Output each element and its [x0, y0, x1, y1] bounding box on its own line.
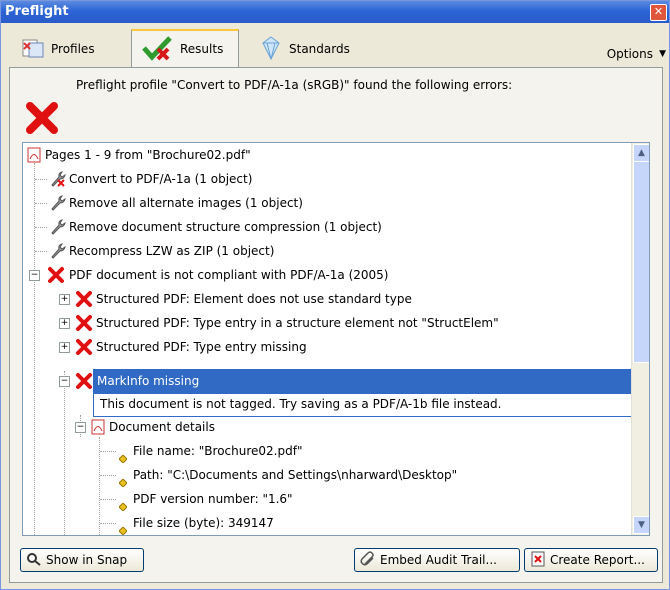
create-report-label: Create Report... — [550, 553, 645, 567]
results-check-icon — [142, 35, 176, 64]
tree-root-label: Pages 1 - 9 from "Brochure02.pdf" — [45, 148, 251, 162]
collapse-toggle[interactable]: − — [59, 376, 70, 387]
detail-row[interactable]: File name: "Brochure02.pdf" — [23, 439, 623, 464]
bullet-diamond-icon — [118, 519, 128, 535]
detail-row[interactable]: Path: "C:\Documents and Settings\nharwar… — [23, 463, 623, 488]
fixup-label: Recompress LZW as ZIP (1 object) — [69, 244, 275, 258]
tab-results-label: Results — [180, 42, 224, 56]
fixup-row[interactable]: Recompress LZW as ZIP (1 object) — [23, 239, 623, 263]
error-tooltip: This document is not tagged. Try saving … — [93, 393, 636, 417]
close-button[interactable]: ✕ — [650, 4, 667, 21]
detail-label: Path: "C:\Documents and Settings\nharwar… — [133, 468, 458, 482]
big-error-icon — [26, 102, 58, 137]
embed-audit-trail-button[interactable]: Embed Audit Trail... — [354, 548, 520, 572]
document-details-label: Document details — [109, 420, 215, 434]
diamond-icon — [257, 35, 285, 64]
vertical-scrollbar[interactable]: ▲ ▼ — [631, 143, 649, 535]
selected-error-label: MarkInfo missing — [97, 374, 200, 388]
detail-row[interactable]: PDF version number: "1.6" — [23, 487, 623, 512]
error-x-icon — [75, 372, 93, 393]
error-row[interactable]: + Structured PDF: Element does not use s… — [23, 287, 623, 311]
report-icon — [530, 551, 546, 570]
detail-row[interactable]: File size (byte): 349147 — [23, 511, 623, 535]
document-details-row[interactable]: − Document details — [23, 415, 623, 439]
tooltip-text: This document is not tagged. Try saving … — [100, 397, 502, 411]
expand-toggle[interactable]: + — [59, 342, 70, 353]
error-summary-message: Preflight profile "Convert to PDF/A-1a (… — [76, 78, 513, 92]
error-label: Structured PDF: Type entry missing — [96, 340, 307, 354]
paperclip-icon — [360, 550, 376, 570]
fixup-row[interactable]: Convert to PDF/A-1a (1 object) — [23, 167, 623, 191]
show-in-snap-button[interactable]: Show in Snap — [20, 548, 144, 572]
window-title: Preflight — [5, 4, 69, 19]
tab-bar: Profiles Results Standards Options ▼ — [1, 23, 669, 67]
fixup-label: Remove all alternate images (1 object) — [69, 196, 303, 210]
tab-profiles[interactable]: Profiles — [21, 31, 95, 67]
tab-results[interactable]: Results — [131, 29, 239, 67]
magnifier-icon — [26, 552, 42, 569]
fixup-label: Convert to PDF/A-1a (1 object) — [69, 172, 253, 186]
scroll-thumb[interactable] — [633, 161, 649, 363]
error-row[interactable]: + Structured PDF: Type entry in a struct… — [23, 311, 623, 335]
collapse-toggle[interactable]: − — [29, 270, 40, 281]
embed-audit-trail-label: Embed Audit Trail... — [380, 553, 497, 567]
error-group-row[interactable]: − PDF document is not compliant with PDF… — [23, 263, 623, 287]
fixup-row[interactable]: Remove all alternate images (1 object) — [23, 191, 623, 215]
expand-toggle[interactable]: + — [59, 318, 70, 329]
error-x-icon — [75, 338, 93, 364]
error-label: Structured PDF: Element does not use sta… — [96, 292, 412, 306]
tree-root-row[interactable]: Pages 1 - 9 from "Brochure02.pdf" — [23, 143, 623, 167]
tab-profiles-label: Profiles — [51, 42, 95, 56]
scroll-up-button[interactable]: ▲ — [633, 144, 649, 162]
results-panel: Preflight profile "Convert to PDF/A-1a (… — [9, 67, 663, 583]
results-tree[interactable]: Pages 1 - 9 from "Brochure02.pdf" Conver… — [22, 142, 650, 536]
show-in-snap-label: Show in Snap — [46, 553, 128, 567]
detail-label: File name: "Brochure02.pdf" — [133, 444, 303, 458]
error-group-label: PDF document is not compliant with PDF/A… — [69, 268, 389, 282]
tab-standards-label: Standards — [289, 42, 350, 56]
fixup-row[interactable]: Remove document structure compression (1… — [23, 215, 623, 239]
detail-label: File size (byte): 349147 — [133, 516, 274, 530]
fixup-label: Remove document structure compression (1… — [69, 220, 382, 234]
detail-label: PDF version number: "1.6" — [133, 492, 293, 506]
options-arrow-icon[interactable]: ▼ — [659, 49, 666, 59]
create-report-button[interactable]: Create Report... — [524, 548, 658, 572]
error-label: Structured PDF: Type entry in a structur… — [96, 316, 499, 330]
tab-standards[interactable]: Standards — [257, 31, 350, 67]
profiles-icon — [21, 37, 47, 62]
error-row[interactable]: + Structured PDF: Type entry missing — [23, 335, 623, 359]
title-bar[interactable]: Preflight ✕ — [1, 1, 669, 23]
preflight-window: Preflight ✕ Profiles Results Standards O… — [0, 0, 670, 590]
expand-toggle[interactable]: + — [59, 294, 70, 305]
collapse-toggle[interactable]: − — [75, 422, 86, 433]
options-menu[interactable]: Options — [607, 47, 653, 61]
scroll-down-button[interactable]: ▼ — [633, 516, 649, 534]
